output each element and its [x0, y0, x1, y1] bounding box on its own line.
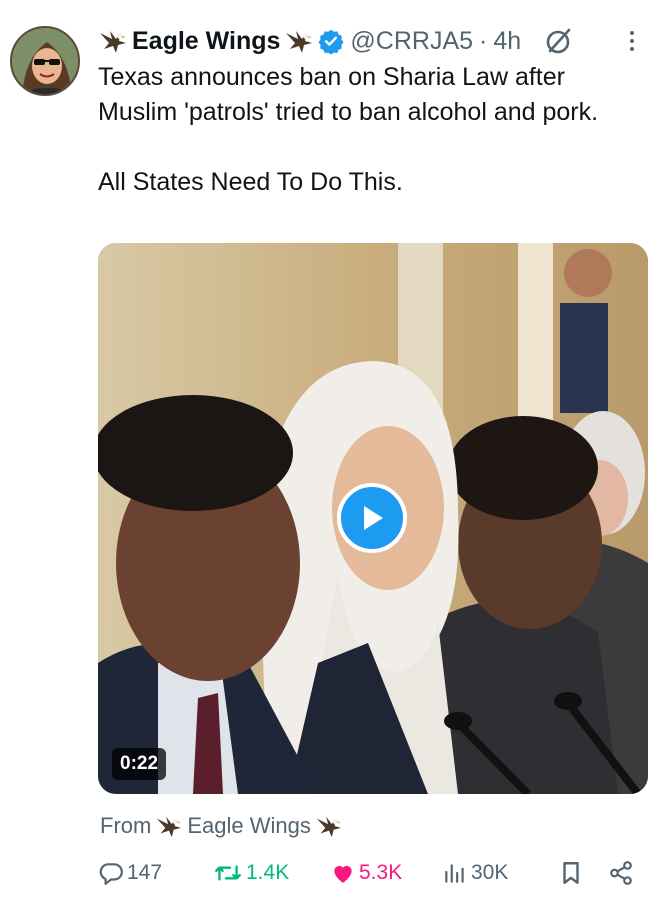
views-icon — [445, 864, 464, 883]
like-button[interactable]: 5.3K — [330, 853, 402, 893]
share-icon — [610, 861, 632, 885]
grok-icon[interactable] — [543, 26, 573, 56]
action-bar: 147 1.4K 5.3K 30K — [98, 853, 638, 893]
reply-count: 147 — [127, 861, 163, 884]
like-count: 5.3K — [359, 861, 403, 884]
bookmark-button[interactable] — [559, 853, 586, 893]
repost-icon — [215, 865, 241, 881]
bookmark-icon — [563, 862, 579, 884]
avatar-photo — [12, 28, 78, 94]
reply-icon — [99, 863, 123, 885]
eagle-icon — [284, 27, 314, 55]
avatar[interactable] — [10, 26, 80, 96]
tweet-text-line: Texas announces ban on Sharia Law after … — [98, 63, 599, 126]
like-icon — [334, 865, 352, 883]
play-button[interactable] — [337, 483, 407, 553]
reply-button[interactable]: 147 — [98, 853, 162, 893]
eagle-icon — [315, 813, 343, 839]
video-duration: 0:22 — [112, 748, 167, 780]
verified-badge-icon[interactable] — [318, 28, 344, 55]
views-count: 30K — [471, 861, 509, 884]
tweet-text-line: All States Need To Do This. — [98, 168, 403, 196]
more-icon[interactable] — [624, 28, 640, 56]
repost-count: 1.4K — [246, 861, 290, 884]
separator-dot: · — [479, 26, 488, 55]
play-icon — [364, 506, 383, 530]
from-label: From — [100, 813, 152, 838]
repost-button[interactable]: 1.4K — [213, 853, 289, 893]
tweet-header: Eagle Wings @CRRJA5 · 4h — [98, 24, 573, 58]
from-source[interactable]: Eagle Wings — [187, 813, 311, 839]
from-attribution: From Eagle Wings — [100, 811, 347, 841]
video-player[interactable]: 0:22 — [98, 243, 648, 794]
share-button[interactable] — [608, 853, 637, 893]
tweet-text: Texas announces ban on Sharia Law after … — [98, 60, 638, 200]
eagle-icon — [155, 813, 183, 839]
author-display-name[interactable]: Eagle Wings — [132, 27, 280, 56]
views-button[interactable]: 30K — [442, 853, 508, 893]
timestamp[interactable]: 4h — [493, 27, 521, 56]
eagle-icon — [98, 27, 128, 55]
author-handle[interactable]: @CRRJA5 — [350, 27, 473, 56]
